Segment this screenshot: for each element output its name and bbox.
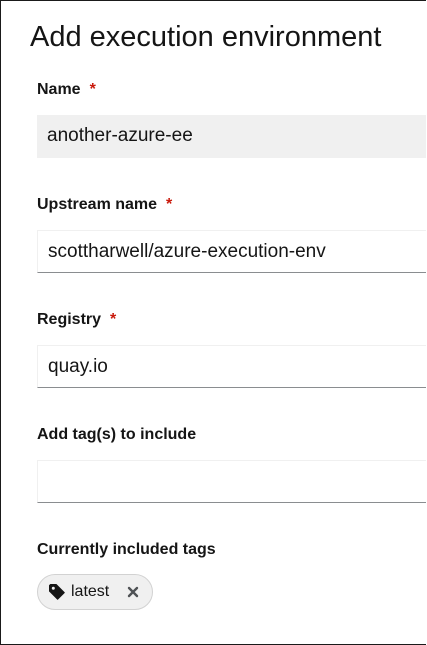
tag-icon xyxy=(48,583,66,601)
included-tags-label-text: Currently included tags xyxy=(37,541,216,558)
tag-chip-label: latest xyxy=(71,583,110,600)
registry-input[interactable] xyxy=(37,345,426,388)
close-icon[interactable] xyxy=(126,585,140,599)
add-tags-field-label: Add tag(s) to include xyxy=(37,425,196,445)
tag-chip-latest: latest xyxy=(37,574,153,610)
upstream-name-required-marker: * xyxy=(166,196,173,213)
upstream-name-field-label: Upstream name * xyxy=(37,195,172,215)
add-tags-input[interactable] xyxy=(37,460,426,503)
name-input[interactable] xyxy=(37,115,426,158)
included-tags-label: Currently included tags xyxy=(37,540,216,560)
registry-required-marker: * xyxy=(110,311,117,328)
add-execution-environment-form: Add execution environment Name * Upstream… xyxy=(0,0,426,645)
registry-label-text: Registry xyxy=(37,311,102,328)
page-title: Add execution environment xyxy=(30,21,382,53)
upstream-name-label-text: Upstream name xyxy=(37,196,158,213)
name-required-marker: * xyxy=(89,81,96,98)
add-tags-label-text: Add tag(s) to include xyxy=(37,426,197,443)
registry-field-label: Registry * xyxy=(37,310,116,330)
name-field-label: Name * xyxy=(37,80,96,100)
name-label-text: Name xyxy=(37,81,81,98)
upstream-name-input[interactable] xyxy=(37,230,426,273)
